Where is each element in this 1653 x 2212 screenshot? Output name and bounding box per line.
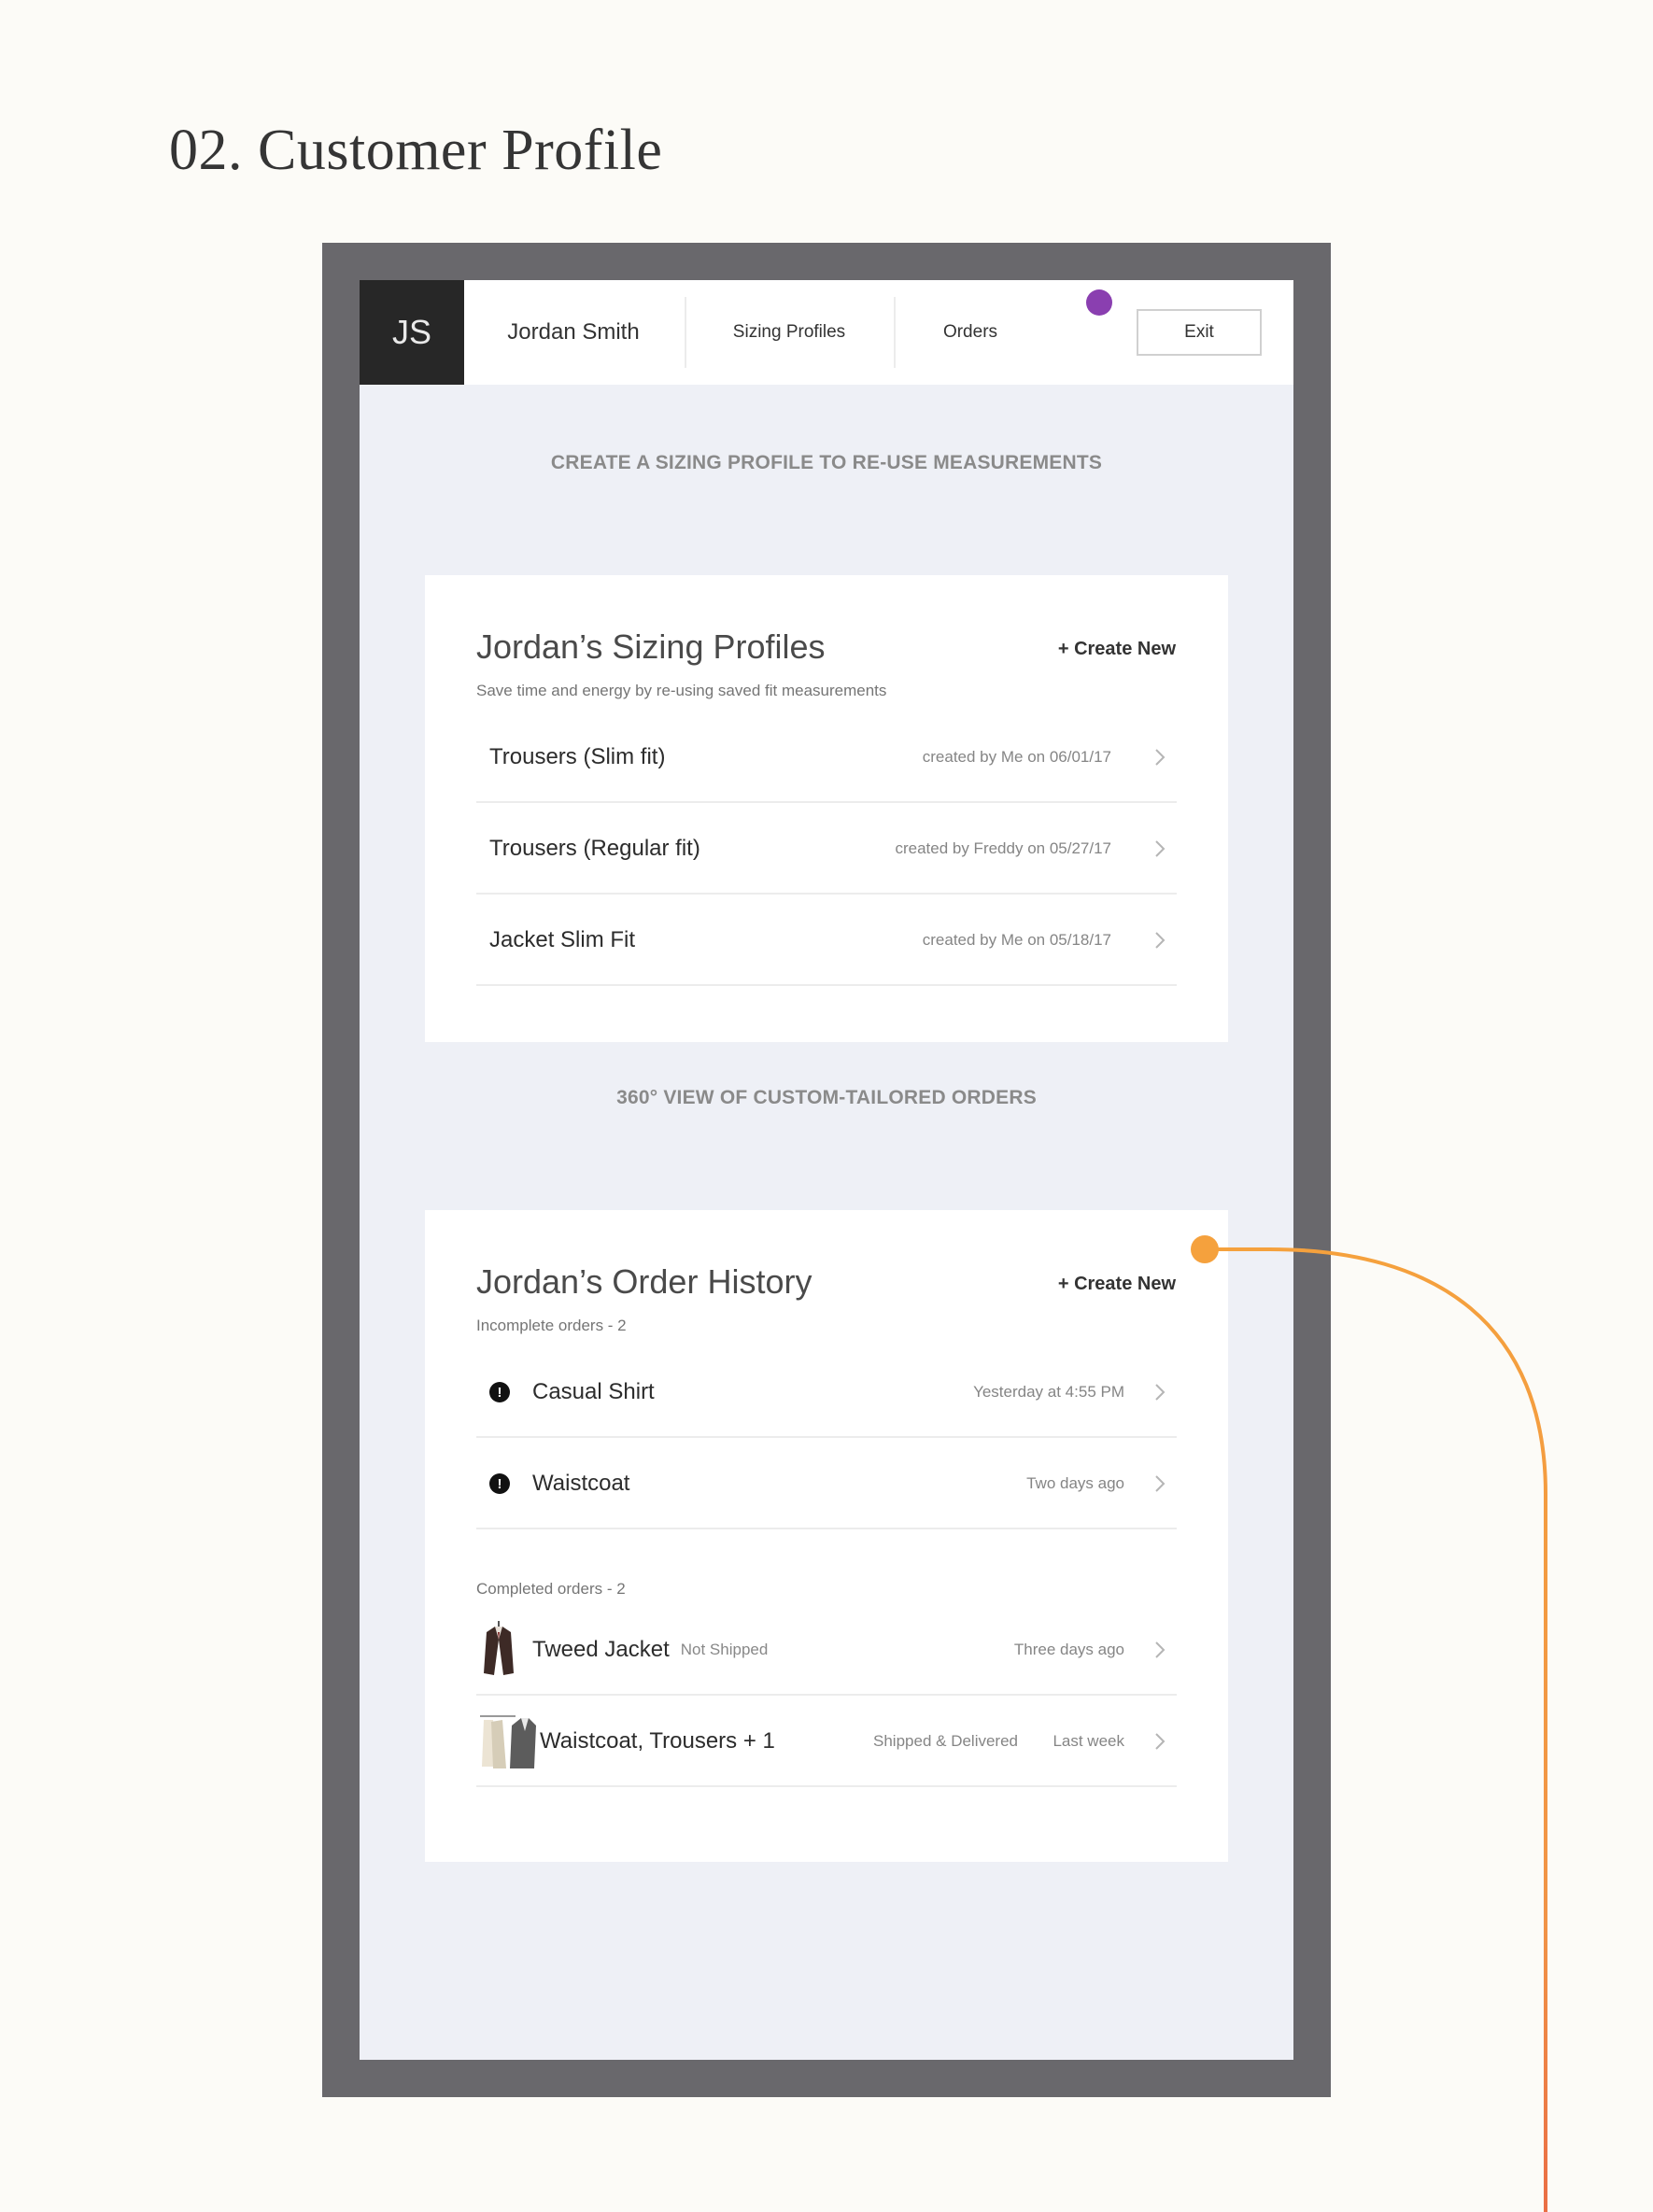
order-name: Waistcoat <box>532 1471 630 1496</box>
nav-tab-orders[interactable]: Orders <box>894 297 1045 368</box>
top-navigation-bar: JS Jordan Smith Sizing Profiles Orders E… <box>360 280 1293 385</box>
order-time: Last week <box>1053 1732 1124 1750</box>
sizing-profile-meta: created by Me on 06/01/17 <box>922 748 1111 766</box>
garments-thumbnail <box>478 1711 536 1777</box>
sizing-profile-row[interactable]: Trousers (Regular fit) created by Freddy… <box>476 805 1177 895</box>
avatar[interactable]: JS <box>360 280 464 385</box>
sizing-profile-meta: created by Me on 05/18/17 <box>922 931 1111 949</box>
chevron-right-icon <box>1151 1440 1169 1528</box>
chevron-right-icon <box>1151 1698 1169 1785</box>
sizing-profile-name: Trousers (Regular fit) <box>489 836 700 861</box>
sizing-profile-meta: created by Freddy on 05/27/17 <box>895 839 1111 857</box>
exit-button[interactable]: Exit <box>1137 309 1262 356</box>
sizing-profiles-card: Jordan’s Sizing Profiles Save time and e… <box>425 575 1228 1042</box>
create-sizing-profile-button[interactable]: + Create New <box>1058 639 1176 660</box>
nav-tab-sizing-profiles[interactable]: Sizing Profiles <box>685 297 892 368</box>
order-name: Casual Shirt <box>532 1379 655 1404</box>
order-row[interactable]: Waistcoat, Trousers + 1 Shipped & Delive… <box>476 1698 1177 1787</box>
nav-user-name[interactable]: Jordan Smith <box>464 297 683 368</box>
order-time: Yesterday at 4:55 PM <box>973 1383 1124 1401</box>
tablet-frame: JS Jordan Smith Sizing Profiles Orders E… <box>322 243 1331 2097</box>
sizing-profiles-subtitle: Save time and energy by re-using saved f… <box>476 682 887 699</box>
page-title: 02. Customer Profile <box>169 119 663 182</box>
order-time: Three days ago <box>1013 1641 1124 1658</box>
chevron-right-icon <box>1151 896 1169 984</box>
sizing-section-heading: CREATE A SIZING PROFILE TO RE-USE MEASUR… <box>550 452 1103 473</box>
chevron-right-icon <box>1151 1606 1169 1694</box>
chevron-right-icon <box>1151 805 1169 893</box>
completed-orders-label: Completed orders - 2 <box>476 1580 626 1598</box>
alert-icon: ! <box>489 1382 510 1402</box>
create-order-button[interactable]: + Create New <box>1058 1274 1176 1295</box>
orders-section-heading: 360° VIEW OF CUSTOM-TAILORED ORDERS <box>616 1087 1037 1108</box>
order-status: Shipped & Delivered <box>873 1732 1018 1750</box>
chevron-right-icon <box>1151 713 1169 801</box>
chevron-right-icon <box>1151 1348 1169 1436</box>
order-name: Tweed Jacket <box>532 1637 670 1662</box>
sizing-profile-row[interactable]: Trousers (Slim fit) created by Me on 06/… <box>476 713 1177 803</box>
order-name: Waistcoat, Trousers + 1 <box>540 1728 775 1754</box>
app-screen: JS Jordan Smith Sizing Profiles Orders E… <box>360 280 1293 2060</box>
order-row[interactable]: Tweed Jacket Not Shipped Three days ago <box>476 1606 1177 1696</box>
jacket-thumbnail <box>482 1619 516 1684</box>
incomplete-orders-label: Incomplete orders - 2 <box>476 1317 627 1334</box>
sizing-profiles-title: Jordan’s Sizing Profiles <box>476 627 826 666</box>
alert-icon: ! <box>489 1473 510 1494</box>
order-name-with-status: Tweed Jacket Not Shipped <box>532 1606 768 1694</box>
order-row[interactable]: ! Waistcoat Two days ago <box>476 1440 1177 1529</box>
order-history-title: Jordan’s Order History <box>476 1262 812 1301</box>
sizing-profile-name: Jacket Slim Fit <box>489 927 636 952</box>
order-time: Two days ago <box>1026 1474 1124 1492</box>
order-row[interactable]: ! Casual Shirt Yesterday at 4:55 PM <box>476 1348 1177 1438</box>
order-history-card: Jordan’s Order History Incomplete orders… <box>425 1210 1228 1862</box>
sizing-profile-row[interactable]: Jacket Slim Fit created by Me on 05/18/1… <box>476 896 1177 986</box>
sizing-profile-name: Trousers (Slim fit) <box>489 744 666 769</box>
order-status: Not Shipped <box>680 1641 769 1658</box>
